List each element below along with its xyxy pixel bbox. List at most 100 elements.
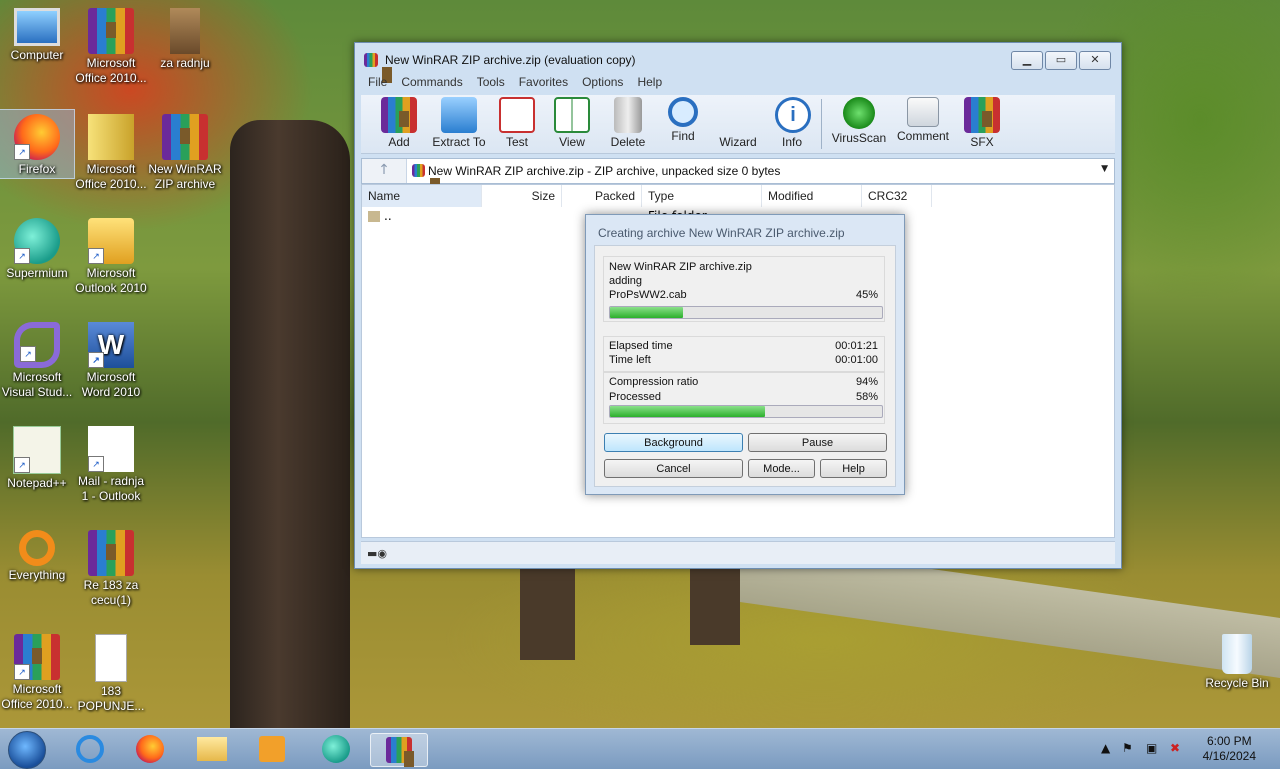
taskbar-firefox[interactable] xyxy=(128,733,172,765)
title-bar[interactable]: New WinRAR ZIP archive.zip (evaluation c… xyxy=(355,43,1121,83)
desktop-icon-notepadpp[interactable]: ↗ Notepad++ xyxy=(0,422,74,491)
archive-name: New WinRAR ZIP archive.zip xyxy=(609,261,752,273)
show-hidden-icons-icon[interactable]: ▲ xyxy=(1101,741,1110,755)
taskbar-supermium[interactable] xyxy=(314,733,358,765)
desktop-icon-za-radnju[interactable]: za radnju xyxy=(148,4,222,71)
desktop-icon-outlook[interactable]: ↗ Microsoft Outlook 2010 xyxy=(74,214,148,296)
info-button[interactable]: i Info xyxy=(775,97,811,149)
desktop-icon-recycle-bin[interactable]: Recycle Bin xyxy=(1200,630,1274,691)
time-left-label: Time left xyxy=(609,354,651,366)
mail-icon: ↗ xyxy=(88,426,134,472)
dialog-title: Creating archive New WinRAR ZIP archive.… xyxy=(598,226,845,240)
desktop-icon-mail-outlook[interactable]: ↗ Mail - radnja 1 - Outlook xyxy=(74,422,148,504)
desktop-icon-re183[interactable]: Re 183 za cecu(1) xyxy=(74,526,148,608)
menu-help[interactable]: Help xyxy=(630,73,669,91)
mode-button[interactable]: Mode... xyxy=(748,459,815,478)
address-text: New WinRAR ZIP archive.zip - ZIP archive… xyxy=(428,164,781,178)
tree-trunk xyxy=(230,120,350,740)
maximize-button[interactable]: ▭ xyxy=(1045,51,1077,70)
time-group: Elapsed time 00:01:21 Time left 00:01:00 xyxy=(603,336,885,372)
menu-favorites[interactable]: Favorites xyxy=(512,73,575,91)
desktop-icon-office-2[interactable]: Microsoft Office 2010... xyxy=(74,110,148,192)
sfx-button[interactable]: SFX xyxy=(961,97,1003,149)
desktop-icon-word[interactable]: W ↗ Microsoft Word 2010 xyxy=(74,318,148,400)
desktop-icon-new-winrar-zip[interactable]: New WinRAR ZIP archive xyxy=(148,110,222,192)
firefox-icon: ↗ xyxy=(14,114,60,160)
menu-file[interactable]: File xyxy=(361,73,394,91)
comment-button[interactable]: Comment xyxy=(895,97,951,143)
help-button[interactable]: Help xyxy=(820,459,887,478)
desktop-icon-office-3[interactable]: ↗ Microsoft Office 2010... xyxy=(0,630,74,712)
desktop-icon-computer[interactable]: Computer xyxy=(0,4,74,63)
taskbar-winrar[interactable] xyxy=(370,733,428,767)
background-button[interactable]: Background xyxy=(604,433,743,452)
col-size[interactable]: Size xyxy=(482,185,562,207)
col-type[interactable]: Type xyxy=(642,185,762,207)
delete-trash-icon xyxy=(614,97,642,133)
info-icon: i xyxy=(775,97,811,133)
col-crc32[interactable]: CRC32 xyxy=(862,185,932,207)
ratio-label: Compression ratio xyxy=(609,376,699,388)
taskbar-ie[interactable] xyxy=(68,733,112,765)
cancel-button[interactable]: Cancel xyxy=(604,459,743,478)
tree-trunk-small xyxy=(690,560,740,645)
add-icon xyxy=(381,97,417,133)
archive-icon xyxy=(88,114,134,160)
address-bar[interactable]: ↑ New WinRAR ZIP archive.zip - ZIP archi… xyxy=(361,158,1115,194)
elapsed-value: 00:01:21 xyxy=(835,340,878,352)
col-modified[interactable]: Modified xyxy=(762,185,862,207)
winrar-icon xyxy=(386,737,414,767)
up-arrow-icon[interactable]: ↑ xyxy=(362,159,407,183)
drive-key-icon: ▬◉ xyxy=(367,547,387,560)
extract-to-button[interactable]: Extract To xyxy=(429,97,489,149)
toolbar: Add Extract To Test View Delete Find Wiz… xyxy=(361,95,1115,154)
virusscan-button[interactable]: VirusScan xyxy=(831,97,887,145)
desktop-icon-office-1[interactable]: Microsoft Office 2010... xyxy=(74,4,148,86)
desktop-icon-visual-studio[interactable]: ↗ Microsoft Visual Stud... xyxy=(0,318,74,400)
total-progress-fill xyxy=(610,406,766,417)
menu-options[interactable]: Options xyxy=(575,73,630,91)
desktop-icon-everything[interactable]: Everything xyxy=(0,526,74,583)
outlook-icon: ↗ xyxy=(88,218,134,264)
recycle-bin-icon xyxy=(1222,634,1252,674)
comment-icon xyxy=(907,97,939,127)
row-name: .. xyxy=(384,209,392,223)
taskbar-explorer[interactable] xyxy=(190,733,234,765)
clock-time: 6:00 PM xyxy=(1206,734,1252,748)
supermium-icon xyxy=(322,735,350,763)
delete-button[interactable]: Delete xyxy=(609,97,647,149)
test-checklist-icon xyxy=(499,97,535,133)
progress-dialog: Creating archive New WinRAR ZIP archive.… xyxy=(585,214,905,495)
col-name[interactable]: Name xyxy=(362,185,482,207)
volume-muted-icon[interactable]: ✖ xyxy=(1170,741,1180,755)
view-button[interactable]: View xyxy=(551,97,593,149)
clock[interactable]: 6:00 PM 4/16/2024 xyxy=(1203,734,1256,764)
virusscan-bug-icon xyxy=(843,97,875,129)
desktop-icon-firefox[interactable]: ↗ Firefox xyxy=(0,109,75,179)
desktop-icon-183-popunje[interactable]: 183 POPUNJE... xyxy=(74,630,148,714)
taskbar: ▲ ⚑ ▣ ✖ 6:00 PM 4/16/2024 xyxy=(0,728,1280,769)
chevron-down-icon[interactable]: ▼ xyxy=(1101,164,1108,174)
word-icon: W ↗ xyxy=(88,322,134,368)
menu-commands[interactable]: Commands xyxy=(394,73,469,91)
desktop-icon-supermium[interactable]: ↗ Supermium xyxy=(0,214,74,281)
test-button[interactable]: Test xyxy=(499,97,535,149)
winrar-app-icon xyxy=(364,53,392,83)
extract-folder-icon xyxy=(441,97,477,133)
add-button[interactable]: Add xyxy=(381,97,417,149)
network-icon[interactable]: ▣ xyxy=(1146,741,1157,755)
col-packed[interactable]: Packed xyxy=(562,185,642,207)
pause-button[interactable]: Pause xyxy=(748,433,887,452)
find-button[interactable]: Find xyxy=(665,97,701,143)
action-text: adding xyxy=(609,275,643,287)
action-center-flag-icon[interactable]: ⚑ xyxy=(1122,741,1133,755)
winrar-icon xyxy=(88,8,134,54)
menu-tools[interactable]: Tools xyxy=(470,73,512,91)
start-button[interactable] xyxy=(8,731,46,769)
wizard-button[interactable]: Wizard xyxy=(717,97,759,149)
processed-value: 58% xyxy=(855,391,878,403)
wizard-wand-icon xyxy=(720,97,756,133)
close-button[interactable]: ✕ xyxy=(1079,51,1111,70)
taskbar-media-player[interactable] xyxy=(250,733,294,765)
minimize-button[interactable]: ▁ xyxy=(1011,51,1043,70)
